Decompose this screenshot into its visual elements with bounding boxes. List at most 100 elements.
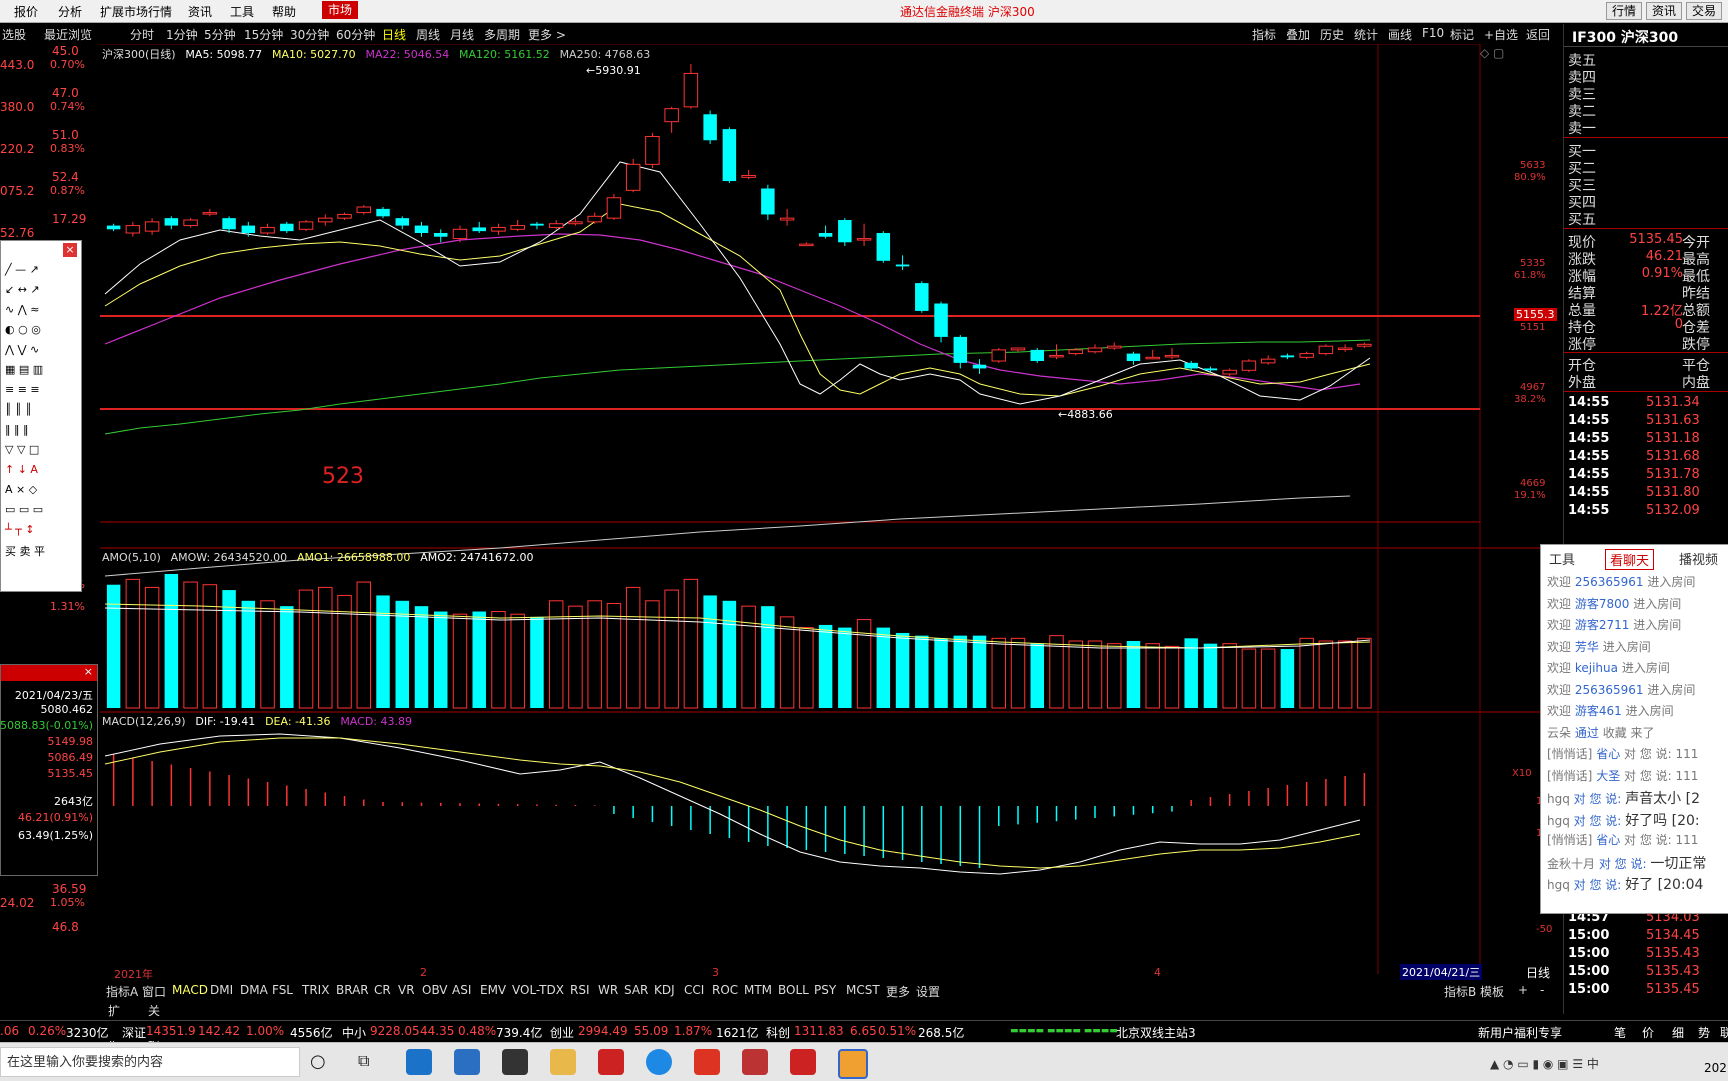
indicator-tab[interactable]: EMV	[480, 983, 506, 997]
chat-user[interactable]: 游客2711	[1575, 618, 1630, 632]
indicator-tab[interactable]: FSL	[272, 983, 293, 997]
candle-body[interactable]	[587, 215, 602, 223]
indicator-tab[interactable]: 窗口	[142, 983, 166, 1000]
indicator-tab[interactable]: 指标A	[106, 983, 138, 1000]
draw-pattern-tools-icon[interactable]: ⋀ ⋁ ∿	[5, 343, 39, 356]
toolbar-draw[interactable]: 画线	[1388, 26, 1412, 43]
indicator-tab[interactable]: TRIX	[302, 983, 329, 997]
draw-box-tools-icon[interactable]: ▭ ▭ ▭	[5, 503, 43, 516]
period-monthly[interactable]: 月线	[450, 26, 474, 43]
indicator-tab[interactable]: WR	[598, 983, 618, 997]
draw-buysell-tools-icon[interactable]: 买 卖 平	[5, 543, 45, 559]
explorer-icon[interactable]	[550, 1049, 576, 1075]
indicator-tab[interactable]: KDJ	[654, 983, 675, 997]
candle-body[interactable]	[856, 238, 872, 241]
candle-body[interactable]	[530, 223, 544, 226]
period-daily[interactable]: 日线	[382, 26, 406, 43]
menu-help[interactable]: 帮助	[272, 3, 296, 20]
candle-body[interactable]	[953, 336, 968, 363]
chat-tab-tools[interactable]: 工具	[1549, 549, 1575, 568]
candle-body[interactable]	[1222, 369, 1237, 375]
indicator-tab[interactable]: BRAR	[336, 983, 369, 997]
toolbar-history[interactable]: 历史	[1320, 26, 1344, 43]
indicator-tab[interactable]: PSY	[814, 983, 836, 997]
indicator-tab[interactable]: OBV	[422, 983, 448, 997]
chat-user[interactable]: 游客7800	[1575, 597, 1630, 611]
draw-gann-tools-icon[interactable]: ▦ ▤ ▥	[5, 363, 43, 376]
menu-quote[interactable]: 报价	[14, 3, 38, 20]
indicator-tab[interactable]: VOL-TDX	[512, 983, 564, 997]
candle-body[interactable]	[1068, 349, 1083, 355]
tab-stock-picker[interactable]: 选股	[2, 26, 26, 43]
candle-body[interactable]	[337, 213, 352, 219]
menu-tools[interactable]: 工具	[230, 3, 254, 20]
candle-body[interactable]	[991, 349, 1007, 362]
draw-mark-tools-icon[interactable]: ↑ ↓ A	[5, 463, 38, 476]
draw-grid-tools-icon[interactable]: ≡ ≡ ≡	[5, 383, 40, 396]
chat-tab-chat[interactable]: 看聊天	[1605, 549, 1655, 570]
candle-body[interactable]	[183, 219, 198, 227]
indicator-tab[interactable]: CCI	[684, 983, 704, 997]
candle-body[interactable]	[722, 129, 737, 182]
indicator-tab[interactable]: 更多	[886, 983, 910, 1000]
period-more[interactable]: 更多 >	[528, 26, 566, 43]
period-weekly[interactable]: 周线	[416, 26, 440, 43]
candle-body[interactable]	[144, 221, 160, 232]
mail-icon[interactable]	[454, 1049, 480, 1075]
candle-body[interactable]	[838, 220, 852, 243]
candle-body[interactable]	[1049, 354, 1064, 358]
indicator-tab-right[interactable]: 指标B	[1444, 983, 1476, 1000]
indicator-tab[interactable]: MCST	[846, 983, 880, 997]
draw-line-tools-icon[interactable]: ╱ — ↗	[5, 263, 39, 276]
candle-body[interactable]	[1164, 354, 1180, 358]
chat-user[interactable]: 对 您 说:	[1574, 792, 1622, 806]
toolbar-add-watch[interactable]: +自选	[1484, 26, 1518, 43]
indicator-tab[interactable]: RSI	[570, 983, 590, 997]
cortana-icon[interactable]: ○	[310, 1051, 326, 1072]
candle-body[interactable]	[414, 225, 429, 233]
candle-body[interactable]	[876, 232, 891, 261]
chat-user[interactable]: 通过	[1575, 726, 1599, 740]
tab-recent[interactable]: 最近浏览	[44, 26, 92, 43]
tray-icons[interactable]: ▲ ◔ ▭ ▮ ◉ ▣ ☰ 中	[1490, 1055, 1599, 1072]
indicator-tab-right[interactable]: 模板	[1480, 983, 1504, 1000]
store-icon[interactable]	[502, 1049, 528, 1075]
app-blue-icon[interactable]	[646, 1049, 672, 1075]
candle-body[interactable]	[934, 303, 948, 337]
menu-extended-market[interactable]: 扩展市场行情	[100, 3, 172, 20]
indicator-tab[interactable]: DMA	[240, 983, 268, 997]
candle-body[interactable]	[280, 223, 294, 232]
top-button-market[interactable]: 行情	[1606, 2, 1643, 20]
indicator-tab[interactable]: VR	[398, 983, 415, 997]
candle-body[interactable]	[1145, 356, 1160, 360]
menu-analysis[interactable]: 分析	[58, 3, 82, 20]
candle-body[interactable]	[298, 221, 314, 230]
candle-body[interactable]	[260, 226, 275, 234]
candle-body[interactable]	[645, 136, 660, 165]
indicator-tab[interactable]: MACD	[172, 983, 208, 997]
draw-period-tools-icon[interactable]: ‖ ‖ ‖	[5, 423, 29, 436]
candle-body[interactable]	[1106, 345, 1122, 349]
draw-trade-tools-icon[interactable]: ┴ ┬ ↕	[5, 523, 34, 536]
candle-body[interactable]	[1203, 368, 1218, 371]
candle-body[interactable]	[818, 232, 833, 237]
candle-body[interactable]	[125, 225, 141, 234]
candle-body[interactable]	[1010, 347, 1026, 351]
candle-body[interactable]	[799, 243, 814, 247]
candle-body[interactable]	[779, 217, 795, 221]
draw-circle-tools-icon[interactable]: ◐ ○ ◎	[5, 323, 41, 336]
candle-body[interactable]	[1280, 355, 1295, 358]
candle-body[interactable]	[1337, 347, 1353, 351]
candle-body[interactable]	[606, 197, 622, 219]
candle-body[interactable]	[1241, 360, 1257, 371]
chat-user[interactable]: 对 您 说:	[1574, 814, 1622, 828]
candle-body[interactable]	[241, 225, 256, 233]
candle-body[interactable]	[202, 212, 218, 215]
candle-body[interactable]	[1318, 345, 1334, 355]
toolbar-back[interactable]: 返回	[1526, 26, 1550, 43]
period-15min[interactable]: 15分钟	[244, 26, 283, 43]
indicator-tab[interactable]: MTM	[744, 983, 772, 997]
toolbar-stats[interactable]: 统计	[1354, 26, 1378, 43]
period-intraday[interactable]: 分时	[130, 26, 154, 43]
edge-icon[interactable]	[406, 1049, 432, 1075]
